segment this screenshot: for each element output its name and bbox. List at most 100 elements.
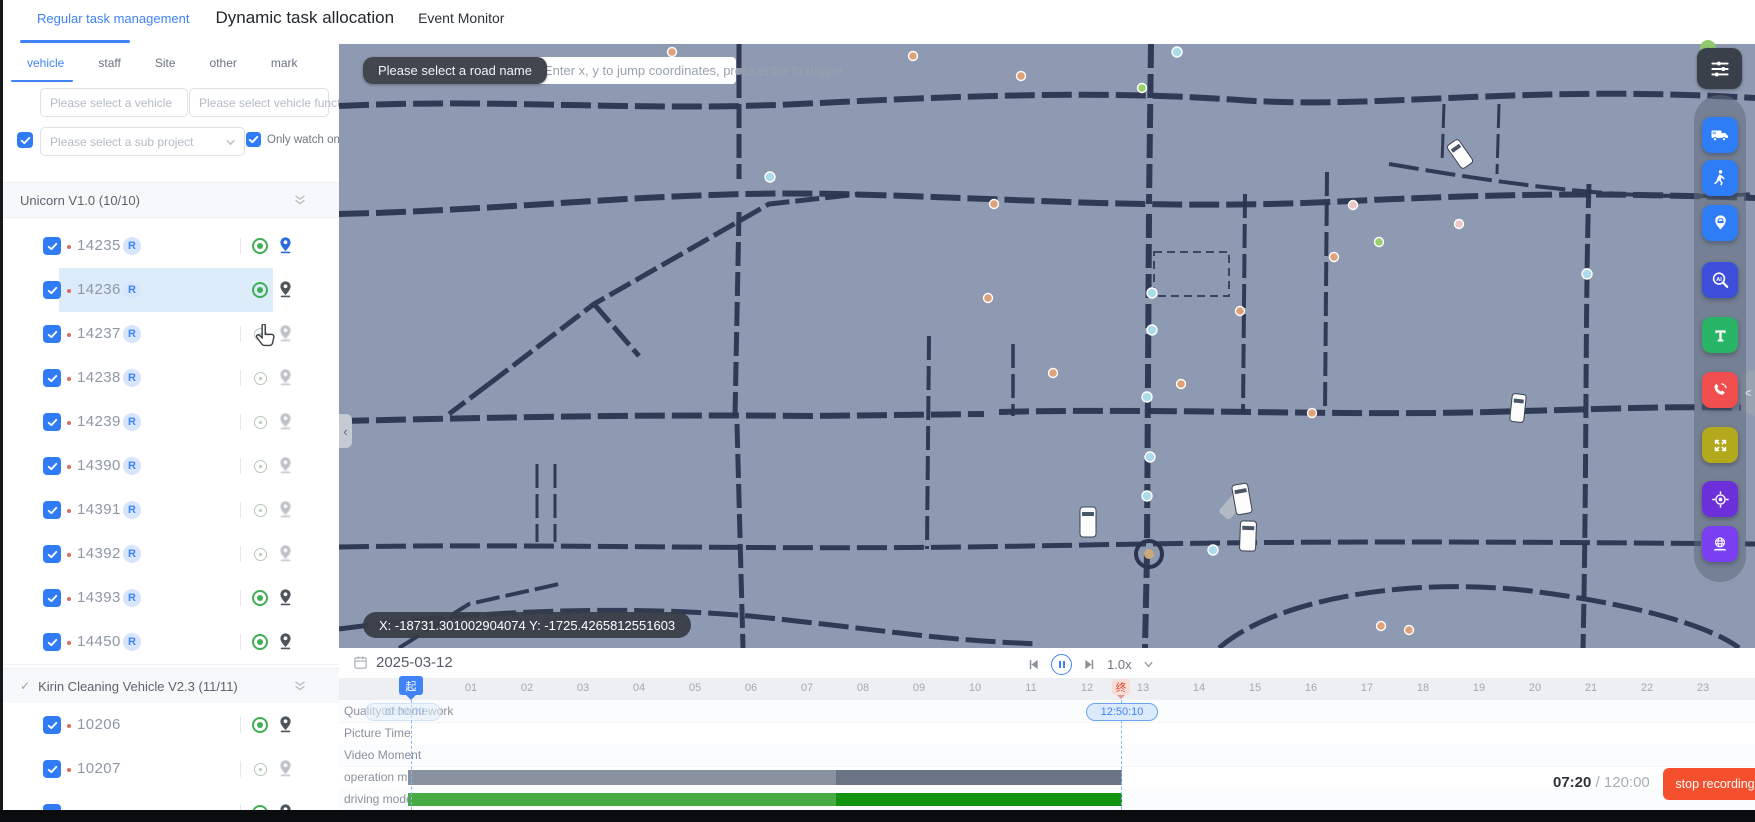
vehicle-row[interactable]: 14390 R [3, 444, 339, 489]
location-pin-icon[interactable] [277, 500, 295, 520]
location-pin-icon[interactable] [277, 759, 295, 779]
top-nav-event-monitor[interactable]: Event Monitor [418, 10, 504, 26]
vehicle-row[interactable] [3, 791, 339, 810]
vehicle-group-header[interactable]: Unicorn V1.0 (10/10) [3, 182, 339, 218]
map-canvas[interactable] [339, 44, 1755, 648]
follow-toggle-icon[interactable] [254, 416, 267, 429]
map-filter-settings-button[interactable] [1697, 48, 1742, 89]
vehicle-row[interactable]: 10206 [3, 703, 339, 748]
tab-staff[interactable]: staff [98, 56, 120, 70]
start-marker[interactable]: 起 [399, 676, 423, 700]
bar-lighter-segment [408, 769, 837, 785]
coordinate-jump-input[interactable]: Enter x, y to jump coordinates, press en… [534, 57, 843, 84]
stop-recording-button[interactable]: stop recording [1663, 768, 1755, 800]
vehicle-checkbox[interactable] [43, 589, 61, 607]
vehicle-checkbox[interactable] [43, 369, 61, 387]
follow-toggle-icon[interactable] [254, 460, 267, 473]
location-pin-icon[interactable] [277, 632, 295, 652]
timeline-date[interactable]: 2025-03-12 [353, 654, 453, 671]
top-nav-regular-task-management[interactable]: Regular task management [37, 11, 189, 26]
location-pin-icon[interactable] [277, 544, 295, 564]
tab-mark[interactable]: mark [271, 56, 298, 70]
vehicle-location-button[interactable] [1702, 205, 1738, 241]
vehicle-checkbox[interactable] [43, 545, 61, 563]
call-button[interactable] [1702, 372, 1738, 408]
vehicle-checkbox[interactable] [43, 281, 61, 299]
vehicle-row[interactable]: 14450 R [3, 620, 339, 665]
network-button[interactable] [1702, 526, 1738, 562]
vehicle-layer-button[interactable] [1702, 117, 1738, 153]
top-nav-dynamic-task-allocation[interactable]: Dynamic task allocation [215, 8, 394, 28]
timeline-row-video-moment[interactable]: Video Moment [339, 744, 1755, 767]
vehicle-select[interactable]: Please select a vehicle [40, 88, 188, 117]
only-watch-online-checkbox[interactable] [246, 132, 261, 147]
follow-toggle-icon[interactable] [252, 717, 268, 733]
vehicle-row[interactable]: 14239 R [3, 400, 339, 445]
end-marker[interactable]: 终 [1112, 679, 1130, 699]
subproject-select[interactable]: Please select a sub project [40, 127, 245, 156]
follow-toggle-icon[interactable] [254, 763, 267, 776]
follow-toggle-icon[interactable] [252, 590, 268, 606]
select-all-checkbox[interactable] [17, 132, 33, 148]
follow-toggle-icon[interactable] [254, 548, 267, 561]
location-pin-icon[interactable] [277, 715, 295, 735]
vehicle-status-dot [67, 333, 71, 337]
follow-toggle-icon[interactable] [252, 238, 268, 254]
collapse-chevrons-icon[interactable] [293, 193, 307, 210]
follow-toggle-icon[interactable] [254, 504, 267, 517]
location-pin-icon[interactable] [277, 456, 295, 476]
vehicle-group-header[interactable]: ✓ Kirin Cleaning Vehicle V2.3 (11/11) [3, 668, 339, 704]
vehicle-row[interactable]: 14235 R [3, 224, 339, 269]
location-pin-icon[interactable] [277, 803, 295, 810]
fullscreen-button[interactable] [1702, 427, 1738, 463]
vehicle-checkbox[interactable] [43, 413, 61, 431]
vehicle-id: 10207 [77, 760, 121, 777]
follow-toggle-icon[interactable] [252, 282, 268, 298]
ai-search-button[interactable]: AI [1702, 262, 1738, 298]
road-name-select[interactable]: Please select a road name [363, 57, 547, 84]
vehicle-row[interactable]: 14391 R [3, 488, 339, 533]
tab-site[interactable]: Site [155, 56, 176, 70]
pedestrian-layer-button[interactable] [1702, 160, 1738, 196]
location-pin-icon[interactable] [277, 236, 295, 256]
vehicle-row[interactable]: 10207 [3, 747, 339, 792]
timeline-row-picture-time[interactable]: Picture Time [339, 722, 1755, 745]
vehicle-checkbox[interactable] [43, 457, 61, 475]
vehicle-checkbox[interactable] [43, 760, 61, 778]
chevron-down-icon[interactable] [1143, 659, 1154, 670]
location-pin-icon[interactable] [277, 588, 295, 608]
playback-speed[interactable]: 1.0x [1107, 657, 1132, 672]
timeline-row-quality-of-homework[interactable]: Quality of homework [339, 700, 1755, 723]
tab-other[interactable]: other [210, 56, 237, 70]
timeline-row-driving-mode[interactable]: driving mode [339, 788, 1755, 811]
divider [240, 502, 241, 518]
tab-vehicle[interactable]: vehicle [27, 56, 64, 70]
step-forward-button[interactable] [1083, 658, 1096, 671]
vehicle-row[interactable]: 14238 R [3, 356, 339, 401]
vehicle-checkbox[interactable] [43, 716, 61, 734]
vehicle-row[interactable]: 14236 R [3, 268, 339, 313]
location-pin-icon[interactable] [277, 280, 295, 300]
location-pin-icon[interactable] [277, 368, 295, 388]
sidebar-collapse-handle[interactable]: ‹ [339, 414, 352, 448]
follow-toggle-icon[interactable] [252, 634, 268, 650]
vehicle-row[interactable]: 14392 R [3, 532, 339, 577]
vehicle-checkbox[interactable] [43, 237, 61, 255]
pause-button[interactable] [1051, 654, 1072, 675]
vehicle-checkbox[interactable] [43, 633, 61, 651]
vehicle-function-select[interactable]: Please select vehicle function [189, 88, 339, 117]
timeline-row-operation-mode[interactable]: operation mode [339, 766, 1755, 789]
timeline-hour-ruler[interactable]: 0001020304050607080910111213141516171819… [339, 678, 1755, 700]
text-label-button[interactable] [1702, 317, 1738, 353]
vehicle-checkbox[interactable] [43, 501, 61, 519]
step-back-button[interactable] [1027, 658, 1040, 671]
collapse-chevrons-icon[interactable] [293, 679, 307, 696]
vehicle-row[interactable]: 14237 R [3, 312, 339, 357]
vehicle-checkbox[interactable] [43, 325, 61, 343]
vehicle-status-dot [67, 289, 71, 293]
location-pin-icon[interactable] [277, 412, 295, 432]
follow-toggle-icon[interactable] [254, 372, 267, 385]
vehicle-row[interactable]: 14393 R [3, 576, 339, 621]
locate-button[interactable] [1702, 481, 1738, 517]
location-pin-icon[interactable] [277, 324, 295, 344]
